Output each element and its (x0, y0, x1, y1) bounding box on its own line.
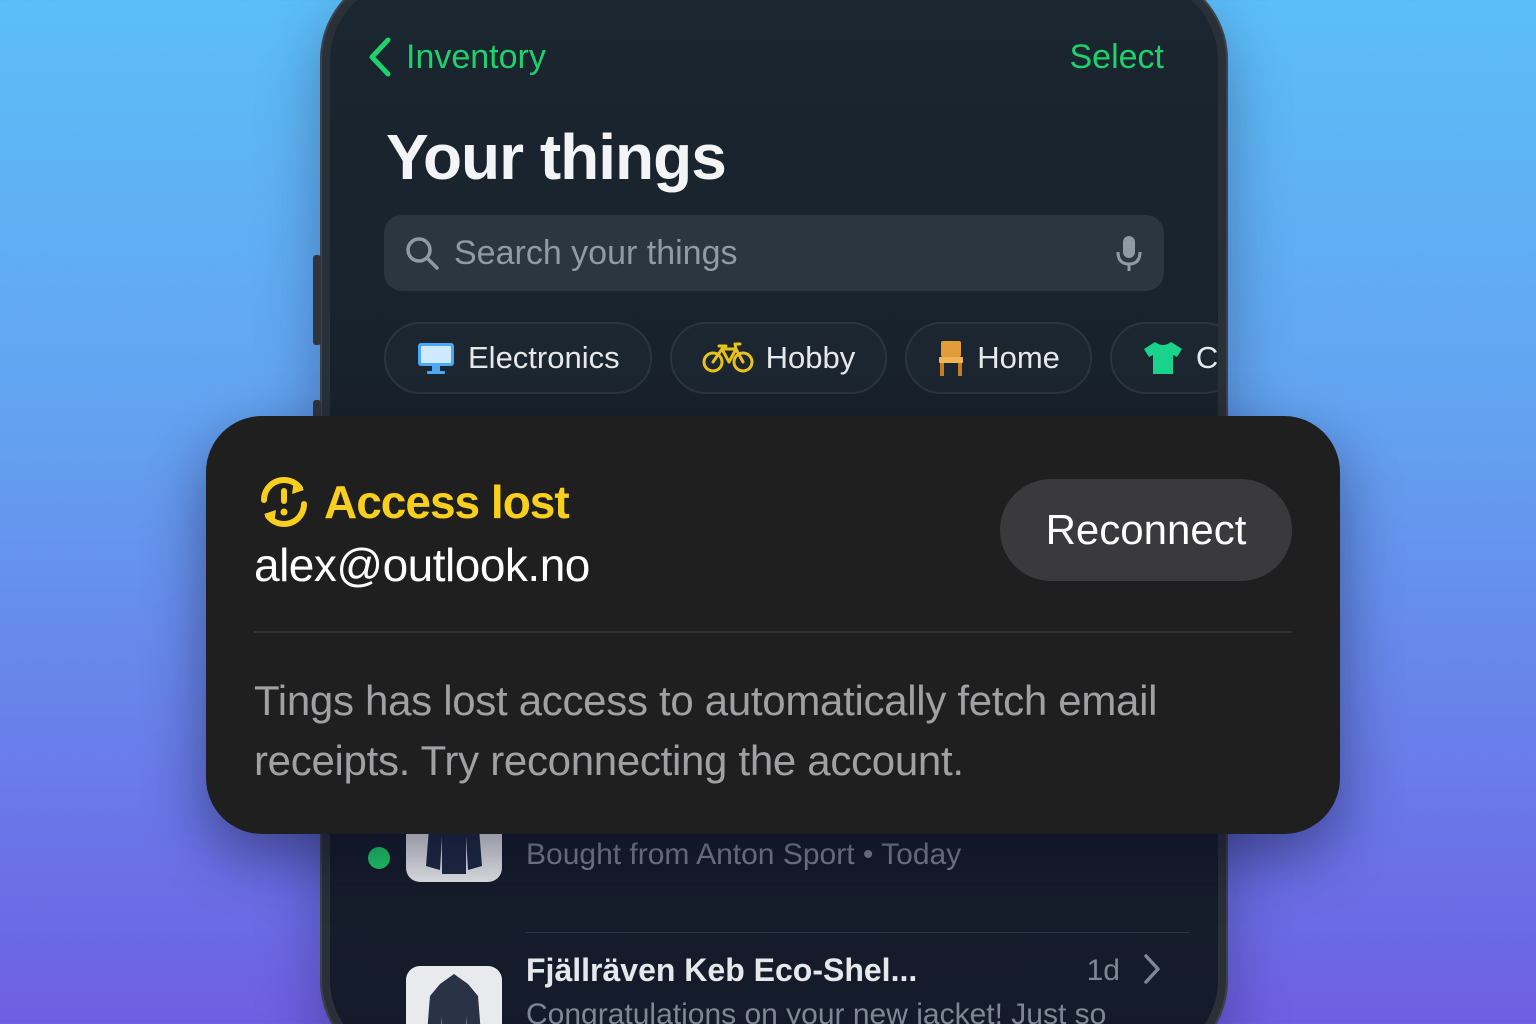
page-title: Your things (386, 121, 727, 193)
back-button[interactable]: Inventory (366, 36, 546, 78)
chip-label: Home (977, 340, 1060, 375)
chip-label: C (1195, 340, 1218, 375)
tshirt-icon (1143, 342, 1182, 374)
bicycle-icon (702, 342, 754, 373)
item-thumbnail (406, 966, 502, 1024)
unread-indicator (368, 847, 390, 869)
alert-title: Access lost (324, 476, 570, 528)
chip-label: Electronics (468, 340, 620, 375)
chip-hobby[interactable]: Hobby (669, 322, 888, 394)
search-bar[interactable] (384, 215, 1164, 291)
chip-electronics[interactable]: Electronics (384, 322, 652, 394)
list-item-subtitle: Congratulations on your new jacket! Just… (526, 998, 1107, 1024)
list-item-title: Fjällräven Keb Eco-Shel... (526, 952, 918, 988)
chip-label: Hobby (765, 340, 856, 375)
microphone-icon[interactable] (1114, 233, 1144, 273)
search-input[interactable] (454, 233, 1114, 273)
card-divider (254, 631, 1292, 633)
account-email: alex@outlook.no (254, 539, 590, 591)
phone-side-button (313, 255, 321, 345)
back-button-label: Inventory (406, 37, 546, 76)
chevron-right-icon (1144, 954, 1160, 984)
alert-header: Access lost (254, 474, 570, 530)
sync-warning-icon (261, 477, 307, 527)
search-icon (406, 237, 439, 270)
category-chips: Electronics Hobby Home C (384, 322, 1218, 394)
chair-icon (939, 341, 964, 376)
select-button[interactable]: Select (1070, 38, 1165, 77)
list-divider (526, 932, 1190, 933)
chip-clothing[interactable]: C (1109, 322, 1218, 394)
list-item-subtitle: Bought from Anton Sport • Today (526, 838, 962, 871)
reconnect-button[interactable]: Reconnect (1000, 479, 1292, 581)
chip-home[interactable]: Home (905, 322, 1092, 394)
jacket-image (427, 974, 481, 1024)
list-item-time: 1d (1086, 954, 1120, 987)
monitor-icon (418, 343, 454, 374)
alert-message: Tings has lost access to automatically f… (254, 677, 1158, 784)
access-lost-card: Access lost alex@outlook.no Reconnect Ti… (206, 416, 1340, 834)
list-item[interactable] (406, 966, 502, 1024)
chevron-left-icon (369, 37, 391, 77)
